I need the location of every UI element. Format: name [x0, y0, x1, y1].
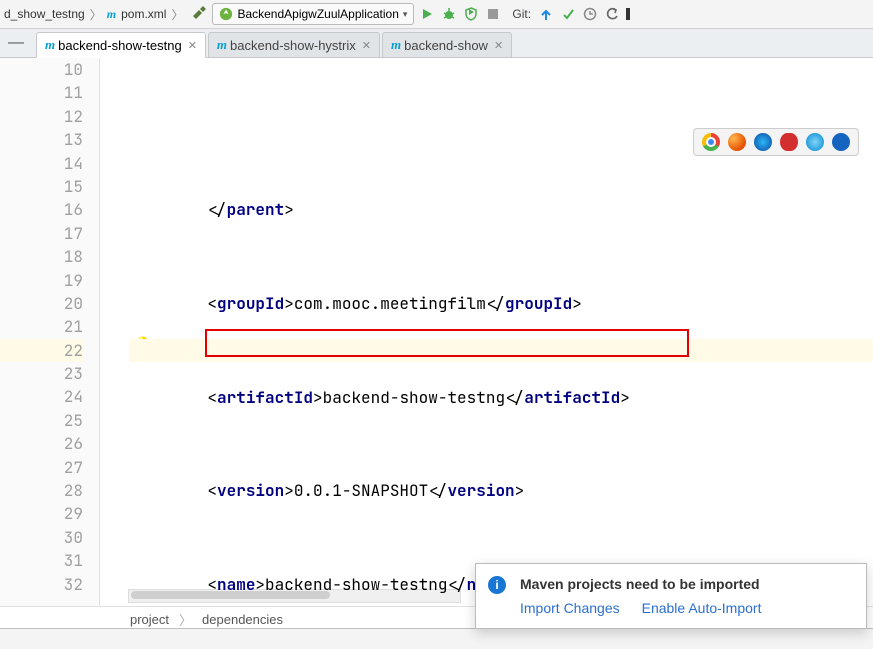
safari-icon[interactable]: [754, 133, 772, 151]
tab-label: backend-show: [404, 38, 488, 53]
tab-label: backend-show-hystrix: [230, 38, 356, 53]
code-line: <groupId>com.mooc.meetingfilm</groupId>: [169, 292, 873, 315]
fold-gutter[interactable]: [100, 58, 129, 606]
enable-auto-import-link[interactable]: Enable Auto-Import: [642, 600, 762, 616]
build-hammer-icon[interactable]: [190, 5, 208, 23]
structure-crumb-item[interactable]: project: [130, 612, 169, 627]
chevron-down-icon: ▾: [403, 9, 408, 20]
git-commit-button[interactable]: [559, 7, 577, 21]
stop-button[interactable]: [484, 8, 502, 20]
breadcrumb-item[interactable]: pom.xml: [121, 7, 166, 21]
editor-tabs: m backend-show-testng ✕ m backend-show-h…: [0, 29, 873, 58]
git-update-button[interactable]: [537, 7, 555, 21]
maven-file-icon: m: [107, 7, 116, 22]
hide-tool-window-icon[interactable]: —: [8, 34, 24, 52]
git-history-button[interactable]: [581, 7, 599, 21]
code-line: </parent>: [169, 198, 873, 221]
close-icon[interactable]: ✕: [494, 39, 503, 52]
toolbar-overflow-icon[interactable]: [625, 7, 635, 21]
open-in-browser-toolbar: [693, 128, 859, 156]
debug-button[interactable]: [440, 7, 458, 21]
editor-tab[interactable]: m backend-show-hystrix ✕: [208, 32, 380, 57]
close-icon[interactable]: ✕: [188, 39, 197, 52]
maven-import-notification: i Maven projects need to be imported Imp…: [475, 563, 867, 629]
close-icon[interactable]: ✕: [362, 39, 371, 52]
annotation-box: [205, 329, 689, 357]
code-editor[interactable]: 💡 10111213 14151617 18192021 22232425 26…: [0, 58, 873, 606]
maven-file-icon: m: [217, 37, 227, 53]
editor-tab[interactable]: m backend-show ✕: [382, 32, 512, 57]
tab-label: backend-show-testng: [58, 38, 182, 53]
breadcrumb-separator: 〉: [90, 6, 102, 23]
notification-title: Maven projects need to be imported: [520, 576, 850, 592]
breadcrumb[interactable]: d_show_testng 〉 m pom.xml 〉: [4, 6, 186, 23]
ie-icon[interactable]: [806, 133, 824, 151]
top-toolbar: d_show_testng 〉 m pom.xml 〉 BackendApigw…: [0, 0, 873, 29]
run-button[interactable]: [418, 7, 436, 21]
run-coverage-button[interactable]: [462, 7, 480, 21]
run-configuration-dropdown[interactable]: BackendApigwZuulApplication ▾: [212, 3, 414, 25]
maven-file-icon: m: [391, 37, 401, 53]
git-revert-button[interactable]: [603, 7, 621, 21]
import-changes-link[interactable]: Import Changes: [520, 600, 620, 616]
edge-icon[interactable]: [832, 133, 850, 151]
spring-boot-icon: [219, 7, 233, 21]
maven-file-icon: m: [45, 37, 55, 53]
breadcrumb-separator: 〉: [171, 6, 183, 23]
run-configuration-label: BackendApigwZuulApplication: [237, 7, 398, 21]
editor-tab-active[interactable]: m backend-show-testng ✕: [36, 32, 206, 58]
status-bar: [0, 628, 873, 649]
firefox-icon[interactable]: [728, 133, 746, 151]
chrome-icon[interactable]: [702, 133, 720, 151]
line-number-gutter: 10111213 14151617 18192021 22232425 2627…: [0, 58, 100, 606]
opera-icon[interactable]: [780, 133, 798, 151]
code-line: <version>0.0.1-SNAPSHOT</version>: [169, 479, 873, 502]
info-icon: i: [488, 576, 506, 594]
breadcrumb-item[interactable]: d_show_testng: [4, 7, 85, 21]
git-label: Git:: [512, 7, 531, 21]
code-line: <artifactId>backend-show-testng</artifac…: [169, 386, 873, 409]
